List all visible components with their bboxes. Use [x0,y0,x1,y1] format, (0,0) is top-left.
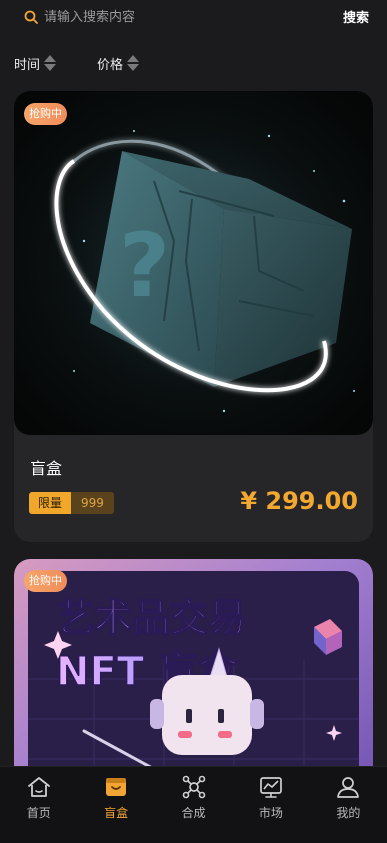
nav-item-synthesis[interactable]: 合成 [155,767,232,843]
home-icon [27,777,50,797]
product-price: ¥ 299.00 [240,487,358,515]
sort-bar: 时间 价格 [0,50,387,76]
market-icon [260,777,282,798]
search-icon [24,10,38,24]
box-icon [106,778,127,796]
synthesis-icon [182,775,205,799]
search-input[interactable] [44,8,294,26]
nav-label: 首页 [26,806,51,820]
status-badge: 抢购中 [24,570,67,592]
svg-text:?: ? [119,214,170,317]
limit-tag: 限量 999 [29,492,114,514]
user-icon [337,777,360,798]
bottom-nav: 首页 盲盒 合成 市场 我的 [0,766,387,843]
sort-arrows-icon [127,55,140,71]
nav-label: 盲盒 [104,806,129,820]
sort-time-label: 时间 [14,57,41,73]
sort-arrows-icon [44,55,57,71]
search-button[interactable]: 搜索 [343,7,369,27]
product-card[interactable]: ? 抢购中 盲盒 限量 999 ¥ 299.00 [14,91,373,542]
search-bar: 搜索 [0,0,387,34]
nav-label: 合成 [181,806,206,820]
nav-item-profile[interactable]: 我的 [310,767,387,843]
nav-item-home[interactable]: 首页 [0,767,77,843]
product-image: ? 抢购中 [14,91,373,435]
poster-headline: 艺术品交易 [56,596,246,640]
sort-price-label: 价格 [97,57,124,73]
nav-label: 我的 [336,806,361,820]
nav-label: 市场 [258,806,283,820]
limit-label: 限量 [29,492,72,514]
nav-item-market[interactable]: 市场 [232,767,309,843]
product-title: 盲盒 [30,459,63,478]
nav-item-box[interactable]: 盲盒 [77,767,154,843]
page: 搜索 时间 价格 [0,0,387,843]
limit-value: 999 [71,492,114,514]
sort-by-time[interactable]: 时间 [14,53,57,73]
status-badge: 抢购中 [24,103,67,125]
sort-by-price[interactable]: 价格 [97,53,140,73]
